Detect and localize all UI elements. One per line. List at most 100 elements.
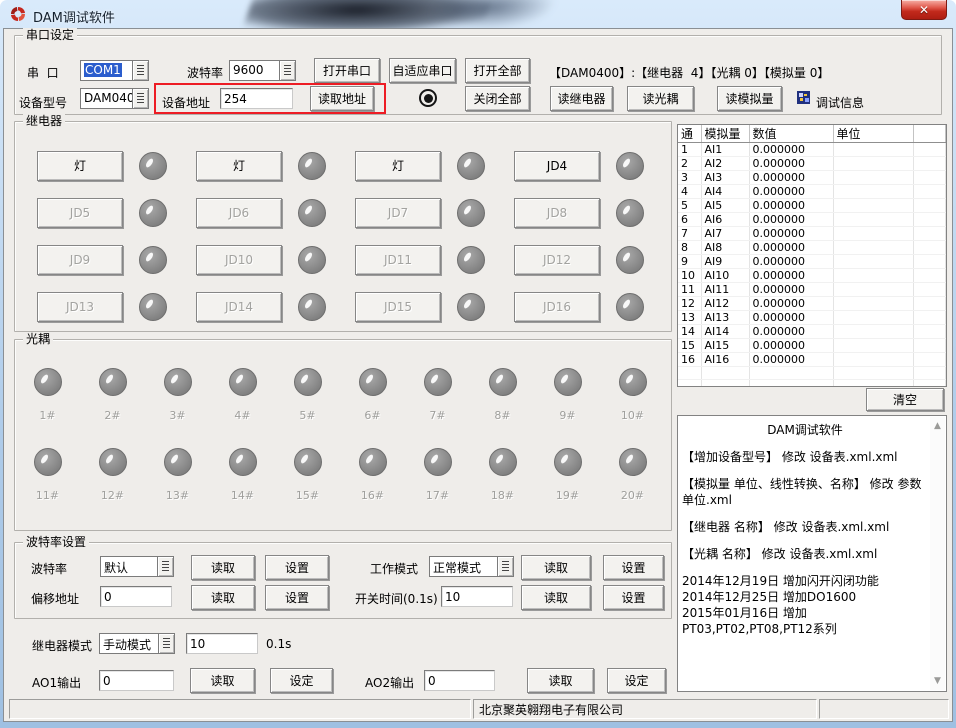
address-input[interactable] xyxy=(220,88,293,109)
table-row[interactable]: 13 AI13 0.000000 xyxy=(678,311,946,325)
offset-label: 偏移地址 xyxy=(31,590,79,607)
table-row[interactable]: 10 AI10 0.000000 xyxy=(678,269,946,283)
relay-button[interactable]: JD16 xyxy=(514,292,600,322)
relay-time-input[interactable] xyxy=(186,633,258,654)
read-address-button[interactable]: 读取地址 xyxy=(310,86,374,111)
relay-button[interactable]: JD14 xyxy=(196,292,282,322)
model-combo-drop-button[interactable] xyxy=(132,89,148,108)
relay-button[interactable]: JD11 xyxy=(355,245,441,275)
table-row[interactable]: 2 AI2 0.000000 xyxy=(678,157,946,171)
cell-channel: 1 xyxy=(678,143,701,157)
relay-mode-combo-drop-button[interactable] xyxy=(158,634,174,653)
port-combo[interactable]: COM1 xyxy=(80,60,149,81)
baud-combo[interactable]: 9600 xyxy=(229,60,296,81)
relay-button[interactable]: JD9 xyxy=(37,245,123,275)
baud-combo-drop-button[interactable] xyxy=(279,61,295,80)
relay-button[interactable]: JD4 xyxy=(514,151,600,181)
ao1-read-button[interactable]: 读取 xyxy=(190,668,255,693)
read-baud-button[interactable]: 读取 xyxy=(191,555,255,580)
set-switchtime-button[interactable]: 设置 xyxy=(603,585,664,610)
relay-led xyxy=(139,246,167,274)
relay-button[interactable]: 灯 xyxy=(37,151,123,181)
window-title: DAM调试软件 xyxy=(33,7,115,26)
combo-drop-icon xyxy=(162,561,169,572)
read-analog-button[interactable]: 读模拟量 xyxy=(717,86,782,111)
scroll-up-icon[interactable]: ▲ xyxy=(930,419,945,433)
opto-label: 7# xyxy=(429,409,445,422)
log-scrollbar[interactable]: ▲ ▼ xyxy=(930,417,945,690)
ao2-set-button[interactable]: 设定 xyxy=(607,668,666,693)
table-row[interactable]: 16 AI16 0.000000 xyxy=(678,353,946,367)
set-offset-button[interactable]: 设置 xyxy=(265,585,329,610)
table-row[interactable]: 11 AI11 0.000000 xyxy=(678,283,946,297)
read-opto-button[interactable]: 读光耦 xyxy=(627,86,694,111)
scroll-down-icon[interactable]: ▼ xyxy=(930,674,945,688)
ao1-set-button[interactable]: 设定 xyxy=(270,668,333,693)
table-header-cell[interactable]: 数值 xyxy=(749,125,833,143)
table-header-cell[interactable]: 模拟量 xyxy=(701,125,749,143)
opto-label: 12# xyxy=(101,489,124,502)
opto-label: 4# xyxy=(234,409,250,422)
clear-button[interactable]: 清空 xyxy=(866,388,944,411)
read-relay-button[interactable]: 读继电器 xyxy=(550,86,613,111)
relay-button[interactable]: JD7 xyxy=(355,198,441,228)
relay-button[interactable]: JD13 xyxy=(37,292,123,322)
close-button[interactable]: ✕ xyxy=(901,0,947,20)
relay-button[interactable]: JD8 xyxy=(514,198,600,228)
cell-extra xyxy=(913,325,946,339)
cell-unit xyxy=(833,199,913,213)
work-mode-combo[interactable]: 正常模式 xyxy=(429,556,514,577)
relay-cell: JD9 xyxy=(29,236,188,283)
table-row[interactable]: 3 AI3 0.000000 xyxy=(678,171,946,185)
port-combo-drop-button[interactable] xyxy=(132,61,148,80)
open-port-button[interactable]: 打开串口 xyxy=(314,58,380,83)
relay-button[interactable]: JD12 xyxy=(514,245,600,275)
table-header-cell[interactable]: 通 xyxy=(678,125,701,143)
opto-led xyxy=(619,368,647,396)
model-combo[interactable]: DAM0400 xyxy=(80,88,149,109)
open-all-button[interactable]: 打开全部 xyxy=(465,58,530,83)
table-row[interactable] xyxy=(678,367,946,380)
relay-button[interactable]: 灯 xyxy=(355,151,441,181)
baud-rate-combo[interactable]: 默认 xyxy=(100,556,174,577)
read-offset-button[interactable]: 读取 xyxy=(191,585,255,610)
table-row[interactable]: 1 AI1 0.000000 xyxy=(678,143,946,157)
relay-button[interactable]: JD6 xyxy=(196,198,282,228)
cell-value: 0.000000 xyxy=(749,213,833,227)
table-row[interactable]: 14 AI14 0.000000 xyxy=(678,325,946,339)
table-row[interactable]: 4 AI4 0.000000 xyxy=(678,185,946,199)
cell-value: 0.000000 xyxy=(749,297,833,311)
table-header-cell[interactable] xyxy=(913,125,946,143)
opto-led xyxy=(359,368,387,396)
table-row[interactable]: 7 AI7 0.000000 xyxy=(678,227,946,241)
read-switchtime-button[interactable]: 读取 xyxy=(521,585,591,610)
ao2-input[interactable] xyxy=(424,670,495,691)
table-row[interactable]: 8 AI8 0.000000 xyxy=(678,241,946,255)
offset-input[interactable] xyxy=(100,586,172,607)
relay-button[interactable]: JD15 xyxy=(355,292,441,322)
relay-button[interactable]: JD10 xyxy=(196,245,282,275)
adaptive-port-button[interactable]: 自适应串口 xyxy=(389,58,456,83)
table-row[interactable]: 12 AI12 0.000000 xyxy=(678,297,946,311)
opto-cell: 13# xyxy=(145,448,210,502)
relay-button[interactable]: JD5 xyxy=(37,198,123,228)
relay-button[interactable]: 灯 xyxy=(196,151,282,181)
set-workmode-button[interactable]: 设置 xyxy=(603,555,664,580)
table-row[interactable]: 6 AI6 0.000000 xyxy=(678,213,946,227)
table-header-cell[interactable]: 单位 xyxy=(833,125,913,143)
switch-time-input[interactable] xyxy=(441,586,513,607)
table-row[interactable] xyxy=(678,380,946,388)
relay-mode-combo[interactable]: 手动模式 xyxy=(99,633,175,654)
table-row[interactable]: 15 AI15 0.000000 xyxy=(678,339,946,353)
ao2-read-button[interactable]: 读取 xyxy=(527,668,594,693)
ao1-input[interactable] xyxy=(99,670,174,691)
relay-cell: 灯 xyxy=(347,142,506,189)
baud-rate-combo-drop-button[interactable] xyxy=(157,557,173,576)
debug-info-label[interactable]: 调试信息 xyxy=(816,94,864,111)
table-row[interactable]: 9 AI9 0.000000 xyxy=(678,255,946,269)
close-all-button[interactable]: 关闭全部 xyxy=(465,86,530,111)
read-workmode-button[interactable]: 读取 xyxy=(521,555,591,580)
work-mode-combo-drop-button[interactable] xyxy=(497,557,513,576)
set-baud-button[interactable]: 设置 xyxy=(265,555,329,580)
table-row[interactable]: 5 AI5 0.000000 xyxy=(678,199,946,213)
